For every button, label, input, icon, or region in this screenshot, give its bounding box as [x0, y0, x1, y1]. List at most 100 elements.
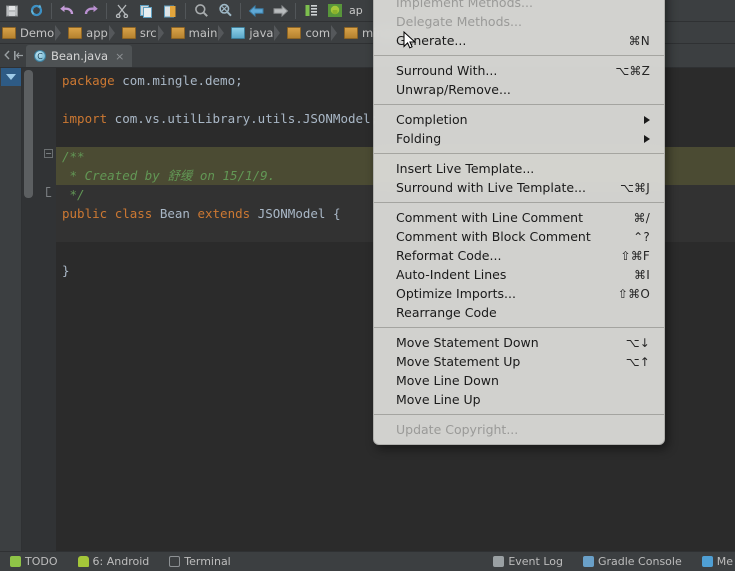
- fold-region-end-icon[interactable]: [44, 186, 53, 197]
- breadcrumb-item-main[interactable]: main: [169, 22, 225, 43]
- sync-refresh-icon[interactable]: [25, 1, 47, 21]
- breadcrumb-item-src[interactable]: src: [120, 22, 164, 43]
- menu-item-generate[interactable]: Generate... ⌘N: [374, 31, 664, 50]
- status-item-terminal[interactable]: Terminal: [159, 555, 241, 568]
- fold-region-start-icon[interactable]: −: [44, 149, 53, 158]
- folder-icon: [170, 26, 185, 39]
- status-item-event-log[interactable]: Event Log: [483, 555, 573, 568]
- menu-item-move-line-up[interactable]: Move Line Up: [374, 390, 664, 409]
- menu-item-shortcut: ⇧⌘O: [617, 286, 650, 301]
- menu-item-move-statement-down[interactable]: Move Statement Down ⌥↓: [374, 333, 664, 352]
- copy-icon[interactable]: [135, 1, 157, 21]
- breadcrumb-item-com[interactable]: com: [285, 22, 338, 43]
- menu-item-surround-with[interactable]: Surround With... ⌥⌘Z: [374, 61, 664, 80]
- code-token: extends: [197, 206, 251, 221]
- menu-item-shortcut: ⇧⌘F: [620, 248, 650, 263]
- menu-item-delegate-methods: Delegate Methods...: [374, 12, 664, 31]
- ide-window: ap Demo app src main java com C Bean.jav…: [0, 0, 735, 571]
- menu-item-label: Delegate Methods...: [396, 14, 522, 29]
- menu-item-move-line-down[interactable]: Move Line Down: [374, 371, 664, 390]
- menu-item-auto-indent-lines[interactable]: Auto-Indent Lines ⌘I: [374, 265, 664, 284]
- menu-item-rearrange-code[interactable]: Rearrange Code: [374, 303, 664, 322]
- status-item-memory[interactable]: Me: [692, 555, 735, 568]
- status-label: Gradle Console: [597, 555, 682, 568]
- paste-icon[interactable]: [159, 1, 181, 21]
- code-token: import: [62, 111, 108, 126]
- code-token: class: [114, 206, 153, 221]
- undo-icon[interactable]: [56, 1, 78, 21]
- vertical-scrollbar-thumb[interactable]: [24, 70, 33, 198]
- folder-icon: [121, 26, 136, 39]
- chevron-right-icon: [108, 24, 117, 41]
- menu-item-label: Insert Live Template...: [396, 161, 535, 176]
- back-icon[interactable]: [245, 1, 267, 21]
- menu-separator: [374, 104, 664, 105]
- status-label: Terminal: [184, 555, 231, 568]
- status-item-todo[interactable]: TODO: [0, 555, 68, 568]
- menu-item-label: Generate...: [396, 33, 467, 48]
- menu-separator: [374, 55, 664, 56]
- menu-item-optimize-imports[interactable]: Optimize Imports... ⇧⌘O: [374, 284, 664, 303]
- breadcrumb-item-java[interactable]: java: [229, 22, 281, 43]
- menu-item-completion[interactable]: Completion: [374, 110, 664, 129]
- mouse-cursor: [403, 31, 416, 49]
- menu-item-label: Completion: [396, 112, 468, 127]
- pin-tab-icon: [13, 50, 23, 60]
- chevron-right-icon: [331, 24, 339, 41]
- menu-item-move-statement-up[interactable]: Move Statement Up ⌥↑: [374, 352, 664, 371]
- menu-item-comment-with-line-comment[interactable]: Comment with Line Comment ⌘/: [374, 208, 664, 227]
- menu-item-comment-with-block-comment[interactable]: Comment with Block Comment ⌃?: [374, 227, 664, 246]
- code-token: com.vs.utilLibrary.utils.JSONModel;: [107, 111, 379, 126]
- code-token: package: [62, 73, 115, 88]
- menu-item-shortcut: ⌃?: [633, 229, 650, 244]
- toolbar-separator: [240, 2, 241, 19]
- menu-item-unwrap-remove[interactable]: Unwrap/Remove...: [374, 80, 664, 99]
- status-item-android[interactable]: 6: Android: [68, 555, 160, 568]
- android-icon: [77, 556, 89, 567]
- class-icon: C: [34, 50, 46, 62]
- menu-item-label: Comment with Block Comment: [396, 229, 591, 244]
- editor-left-rail: [0, 68, 22, 551]
- tab-bean-java[interactable]: C Bean.java ×: [26, 45, 133, 67]
- menu-item-reformat-code[interactable]: Reformat Code... ⇧⌘F: [374, 246, 664, 265]
- forward-icon[interactable]: [269, 1, 291, 21]
- close-icon[interactable]: ×: [115, 50, 124, 63]
- package-icon: [344, 26, 359, 39]
- menu-item-update-copyright: Update Copyright...: [374, 420, 664, 439]
- tab-label: Bean.java: [51, 49, 109, 63]
- android-sdk-icon[interactable]: [324, 1, 346, 21]
- breadcrumb-label: Demo: [20, 25, 55, 40]
- status-label: TODO: [25, 555, 58, 568]
- code-token: Bean: [152, 206, 198, 221]
- menu-item-shortcut: ⌥↑: [625, 354, 650, 369]
- menu-item-insert-live-template[interactable]: Insert Live Template...: [374, 159, 664, 178]
- code-token: */: [62, 187, 85, 202]
- find-icon[interactable]: [190, 1, 212, 21]
- tab-controls: [0, 43, 26, 67]
- menu-item-shortcut: ⌘I: [634, 267, 650, 282]
- replace-icon[interactable]: [214, 1, 236, 21]
- editor-context-menu[interactable]: Implement Methods... Delegate Methods... G…: [373, 0, 665, 445]
- breadcrumb-item-demo[interactable]: Demo: [0, 22, 62, 43]
- todo-icon: [10, 556, 21, 567]
- code-token: * Created by 舒缓 on 15/1/9.: [62, 168, 276, 183]
- menu-item-label: Auto-Indent Lines: [396, 267, 507, 282]
- compile-icon[interactable]: [300, 1, 322, 21]
- chevron-right-icon: [274, 24, 282, 41]
- menu-item-shortcut: ⌘/: [633, 210, 650, 225]
- menu-item-surround-with-live-template[interactable]: Surround with Live Template... ⌥⌘J: [374, 178, 664, 197]
- redo-icon[interactable]: [80, 1, 102, 21]
- cut-icon[interactable]: [111, 1, 133, 21]
- breadcrumb-label: app: [86, 25, 108, 40]
- menu-item-label: Move Line Down: [396, 373, 499, 388]
- code-token: }: [62, 263, 70, 278]
- menu-item-label: Implement Methods...: [396, 0, 533, 10]
- breadcrumb-item-app[interactable]: app: [66, 22, 115, 43]
- status-label: 6: Android: [92, 555, 150, 568]
- menu-item-folding[interactable]: Folding: [374, 129, 664, 148]
- structure-toggle-button[interactable]: [1, 68, 21, 86]
- status-item-gradle-console[interactable]: Gradle Console: [573, 555, 692, 568]
- save-all-icon[interactable]: [1, 1, 23, 21]
- status-bar: TODO 6: Android Terminal Event Log Gradl…: [0, 551, 735, 571]
